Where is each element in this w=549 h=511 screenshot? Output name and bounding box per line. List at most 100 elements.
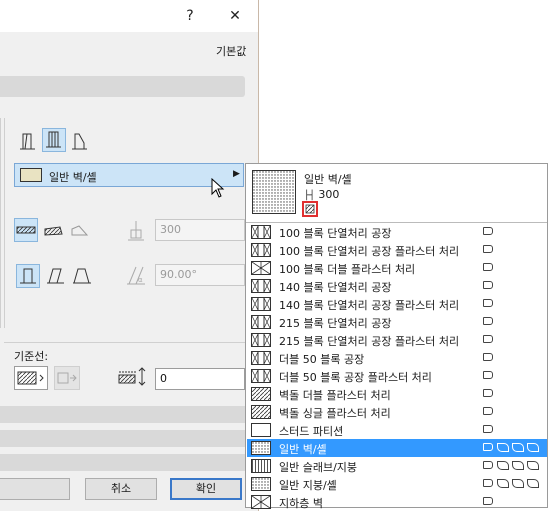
- popup-list-item[interactable]: 100 블록 단열처리 공장: [247, 223, 547, 241]
- popup-item-label: 215 블록 단열처리 공장 플라스터 처리: [279, 335, 460, 348]
- thickness-value: 300: [318, 188, 340, 201]
- panel-divider-inner: [4, 118, 5, 328]
- straight-wall-icon[interactable]: [16, 130, 40, 154]
- popup-item-label: 140 블록 단열처리 공장: [279, 281, 392, 294]
- thickness-row: ├┤ 300: [304, 188, 339, 201]
- popup-item-label: 일반 벽/셸: [279, 443, 327, 456]
- wall-tool-icon: [483, 281, 493, 289]
- popup-item-label: 일반 지붕/셸: [279, 479, 337, 492]
- wall-tool-icon: [483, 227, 493, 235]
- composite-swatch-icon: [20, 168, 42, 182]
- height-field[interactable]: 300: [155, 219, 245, 241]
- chevron-right-icon: ▶: [233, 169, 240, 179]
- composite-popup-menu: 일반 벽/셸 ├┤ 300 100 블록 단열처리 공장 100 블록 단열처리 …: [245, 163, 548, 511]
- pattern-swatch-icon: [251, 279, 271, 293]
- wall-tool-icon: [483, 371, 493, 379]
- mouse-cursor-icon: [211, 178, 225, 198]
- wall-settings-dialog: ? ✕ 기본값 일반 벽/셸 ▶ 300 α 90.00° 기준선: 0 취소 …: [0, 0, 259, 511]
- help-button[interactable]: ?: [174, 0, 206, 32]
- popup-list-item[interactable]: 일반 슬래브/지붕: [247, 457, 547, 475]
- wall-tool-icon: [483, 461, 493, 469]
- slanted-wall-icon[interactable]: [44, 264, 68, 288]
- popup-item-label: 215 블록 단열처리 공장: [279, 317, 392, 330]
- dialog-title-bar: ? ✕: [0, 0, 258, 32]
- panel-header-bar[interactable]: [0, 454, 258, 471]
- roof-tool-icon: [512, 461, 524, 470]
- shell-tool-icon: [527, 479, 539, 488]
- popup-item-label: 140 블록 단열처리 공장 플라스터 처리: [279, 299, 460, 312]
- roof-tool-icon: [512, 479, 524, 488]
- popup-item-label: 벽돌 싱글 플라스터 처리: [279, 407, 391, 420]
- popup-list-item[interactable]: 일반 벽/셸: [247, 439, 547, 457]
- pattern-swatch-icon: [251, 495, 271, 509]
- popup-item-label: 더블 50 블록 공장: [279, 353, 365, 366]
- panel-header-bar[interactable]: [0, 406, 258, 423]
- profile-structure-icon[interactable]: [68, 220, 92, 244]
- shell-tool-icon: [527, 443, 539, 452]
- popup-list-item[interactable]: 100 블록 더블 플라스터 처리: [247, 259, 547, 277]
- popup-list-item[interactable]: 140 블록 단열처리 공장 플라스터 처리: [247, 295, 547, 313]
- wall-tool-icon: [483, 245, 493, 253]
- offset-field[interactable]: 0: [155, 368, 245, 390]
- pattern-swatch-icon: [251, 243, 271, 257]
- pattern-swatch-icon: [251, 423, 271, 437]
- basic-structure-icon[interactable]: [14, 218, 38, 242]
- popup-list-item[interactable]: 벽돌 싱글 플라스터 처리: [247, 403, 547, 421]
- wall-tool-icon: [483, 263, 493, 271]
- composite-structure-icon[interactable]: [42, 220, 66, 244]
- panel-divider: [0, 118, 1, 328]
- pattern-swatch-icon: [251, 477, 271, 491]
- popup-item-label: 일반 슬래브/지붕: [279, 461, 358, 474]
- popup-list-item[interactable]: 스터드 파티션: [247, 421, 547, 439]
- default-label: 기본값: [216, 45, 247, 58]
- pattern-swatch-icon: [251, 369, 271, 383]
- pattern-swatch-icon: [251, 387, 271, 401]
- ok-button[interactable]: 확인: [170, 478, 242, 500]
- popup-list-item[interactable]: 지하층 벽: [247, 493, 547, 511]
- popup-list-item[interactable]: 100 블록 단열처리 공장 플라스터 처리: [247, 241, 547, 259]
- wall-tool-icon: [483, 299, 493, 307]
- panel-header-bar[interactable]: [0, 430, 258, 447]
- slab-tool-icon: [497, 479, 509, 488]
- structure-icon[interactable]: [302, 201, 318, 217]
- slab-tool-icon: [497, 443, 509, 452]
- close-button[interactable]: ✕: [219, 0, 251, 32]
- angle-field[interactable]: 90.00°: [155, 264, 245, 286]
- popup-list-item[interactable]: 215 블록 단열처리 공장: [247, 313, 547, 331]
- roof-tool-icon: [512, 443, 524, 452]
- popup-item-label: 100 블록 더블 플라스터 처리: [279, 263, 416, 276]
- popup-header-name: 일반 벽/셸: [304, 173, 352, 186]
- wall-tool-icon: [483, 353, 493, 361]
- wall-tool-icon: [483, 443, 493, 451]
- popup-list-item[interactable]: 215 블록 단열처리 공장 플라스터 처리: [247, 331, 547, 349]
- composite-selected-label: 일반 벽/셸: [49, 171, 97, 184]
- composite-wall-icon[interactable]: [42, 128, 66, 152]
- left-button[interactable]: [0, 478, 70, 500]
- section-header-bar[interactable]: [0, 76, 245, 97]
- reference-line-label: 기준선:: [14, 350, 49, 363]
- reference-line-dropdown[interactable]: [14, 366, 48, 390]
- pattern-swatch-icon: [251, 315, 271, 329]
- popup-item-label: 벽돌 더블 플라스터 처리: [279, 389, 391, 402]
- popup-list-item[interactable]: 일반 지붕/셸: [247, 475, 547, 493]
- popup-list-item[interactable]: 벽돌 더블 플라스터 처리: [247, 385, 547, 403]
- popup-list-item[interactable]: 140 블록 단열처리 공장: [247, 277, 547, 295]
- offset-icon: [117, 366, 149, 391]
- double-slanted-wall-icon[interactable]: [70, 264, 94, 288]
- pattern-swatch-icon: [251, 441, 271, 455]
- pattern-swatch-icon: [251, 225, 271, 239]
- angle-icon: α: [123, 263, 149, 292]
- slab-tool-icon: [497, 461, 509, 470]
- svg-text:α: α: [138, 276, 143, 284]
- flip-reference-icon[interactable]: [54, 366, 80, 390]
- wall-tool-icon: [483, 497, 493, 505]
- wall-tool-icon: [483, 317, 493, 325]
- popup-item-label: 100 블록 단열처리 공장 플라스터 처리: [279, 245, 460, 258]
- popup-list-item[interactable]: 더블 50 블록 공장: [247, 349, 547, 367]
- popup-list-item[interactable]: 더블 50 블록 공장 플라스터 처리: [247, 367, 547, 385]
- vertical-wall-icon[interactable]: [16, 264, 40, 288]
- thickness-icon: ├┤: [304, 191, 315, 201]
- popup-item-label: 100 블록 단열처리 공장: [279, 227, 392, 240]
- profile-wall-icon[interactable]: [68, 130, 92, 154]
- cancel-button[interactable]: 취소: [85, 478, 157, 500]
